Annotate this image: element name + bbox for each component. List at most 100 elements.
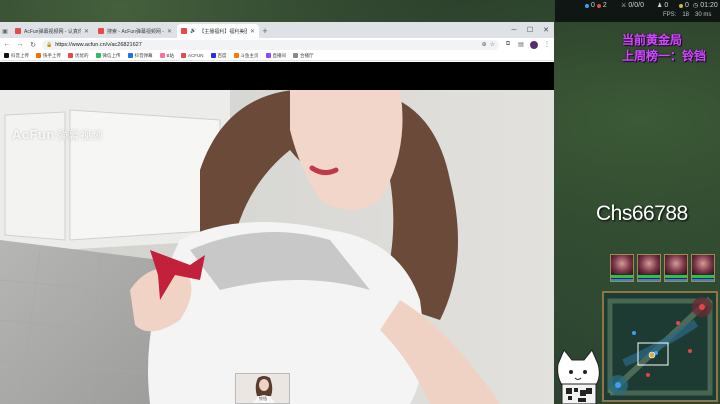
- bookmark-label: 优优的: [75, 52, 89, 58]
- blue-team-icon: [585, 3, 589, 8]
- bookmark-label: 抖音上传: [11, 52, 29, 58]
- menu-dots-icon[interactable]: ⋮: [543, 41, 551, 48]
- acfun-watermark: AcFun 弹幕视频: [12, 127, 103, 142]
- browser-toolbar: ← → ↻ 🔒 https://www.acfun.cn/v/ac2682162…: [0, 38, 554, 51]
- tab-close-icon[interactable]: ✕: [250, 28, 255, 35]
- champion-portrait[interactable]: [691, 254, 715, 282]
- new-tab-button[interactable]: +: [259, 24, 271, 38]
- tab-close-icon[interactable]: ✕: [167, 28, 172, 35]
- bookmarks-bar: 抖音上传 快手上传 优优的 微信上传 抖音弹幕 B站 ACFUN 百度 斗鱼主页 直播间 合播厅: [0, 51, 554, 61]
- bookmark-label: 斗鱼主页: [240, 52, 259, 58]
- fps-value: 18: [682, 12, 690, 18]
- red-team-icon: [596, 3, 601, 8]
- bookmark-item[interactable]: 斗鱼主页: [233, 52, 259, 59]
- url-text[interactable]: https://www.acfun.cn/v/ac26821627: [55, 42, 478, 48]
- bookmark-favicon-icon: [36, 53, 41, 58]
- browser-tab-3[interactable]: 🔊 【主播福利】福利美图日常 ✕: [177, 24, 259, 38]
- tab-strip: ▣ AcFun弹幕视频网 - 认真你就输啦 ( ✕ 搜索 - AcFun弹幕视频…: [0, 22, 554, 38]
- kda-value: 0/0/0: [628, 2, 644, 9]
- bookmark-item[interactable]: B站: [159, 52, 175, 59]
- back-arrow-icon[interactable]: ←: [3, 41, 11, 48]
- game-topbar: 0 2 ⚔ 0/0/0 ♟ 0 0 ◷ 01:20 FPS: 18 30 ms: [555, 0, 720, 22]
- minion-icon: ♟: [657, 3, 663, 9]
- bookmark-favicon-icon: [233, 53, 239, 58]
- sword-icon: ⚔: [621, 3, 627, 9]
- close-window-icon[interactable]: ✕: [538, 22, 554, 38]
- bookmark-item[interactable]: 抖音弹幕: [127, 52, 153, 59]
- maximize-icon[interactable]: ☐: [522, 22, 538, 38]
- minimize-icon[interactable]: ─: [506, 22, 522, 38]
- acfun-favicon-icon: [98, 28, 104, 34]
- browser-tab-2[interactable]: 搜索 - AcFun弹幕视频网 - 认真你 ✕: [94, 24, 176, 38]
- webcam-overlay: 铃铛: [235, 373, 290, 404]
- kda-stat: ⚔ 0/0/0: [621, 2, 644, 9]
- bookmark-favicon-icon: [293, 53, 299, 58]
- bookmark-item[interactable]: 优优的: [68, 53, 89, 59]
- video-player[interactable]: AcFun 弹幕视频: [0, 62, 554, 404]
- gold-stat: 0: [679, 2, 689, 9]
- extensions-icon[interactable]: ⧉: [504, 41, 512, 48]
- mascot-sticker: [554, 348, 604, 404]
- champion-portraits: [610, 254, 715, 282]
- acfun-favicon-icon: [15, 28, 21, 34]
- lock-icon[interactable]: 🔒: [46, 42, 52, 48]
- gold-icon: [679, 3, 683, 8]
- cs-value: 0: [664, 2, 669, 9]
- bookmark-label: 合播厅: [300, 52, 314, 58]
- bookmark-item[interactable]: ACFUN: [181, 53, 204, 58]
- overlay-line-1: 当前黄金局: [622, 33, 683, 47]
- bookmark-label: 抖音弹幕: [134, 52, 153, 58]
- install-app-icon[interactable]: ⊕: [482, 41, 487, 48]
- bookmark-favicon-icon: [95, 53, 101, 58]
- bookmark-label: 百度: [217, 52, 227, 58]
- bookmark-label: B站: [166, 52, 175, 58]
- bookmark-item[interactable]: 微信上传: [95, 52, 121, 59]
- streamer-id: Chs66788: [596, 202, 688, 225]
- browser-window: ▣ AcFun弹幕视频网 - 认真你就输啦 ( ✕ 搜索 - AcFun弹幕视频…: [0, 22, 554, 404]
- stream-overlay-text: 当前黄金局 上周榜一：铃铛: [622, 32, 720, 64]
- reload-icon[interactable]: ↻: [29, 41, 37, 49]
- bookmark-favicon-icon: [68, 53, 73, 58]
- bookmark-favicon-icon: [159, 53, 165, 58]
- video-frame[interactable]: AcFun 弹幕视频: [0, 90, 554, 404]
- bookmark-label: 微信上传: [102, 52, 121, 58]
- tab-title: 搜索 - AcFun弹幕视频网 - 认真你: [107, 28, 164, 35]
- tab-close-icon[interactable]: ✕: [84, 28, 89, 35]
- champion-portrait[interactable]: [637, 254, 661, 282]
- tab-actions-icon[interactable]: ▣: [0, 24, 10, 38]
- score-left: 0: [591, 2, 595, 9]
- profile-avatar[interactable]: [530, 40, 538, 49]
- bookmark-item[interactable]: 直播间: [265, 52, 287, 59]
- bookmark-item[interactable]: 合播厅: [293, 53, 314, 59]
- fps-readout: FPS: 18 30 ms: [663, 12, 711, 18]
- ping-value: 30 ms: [695, 12, 712, 18]
- fps-label: FPS:: [663, 12, 677, 18]
- bookmark-favicon-icon: [127, 53, 133, 58]
- gold-value: 0: [685, 2, 689, 9]
- time-stat: ◷ 01:20: [693, 2, 718, 9]
- audio-playing-icon[interactable]: 🔊: [190, 28, 196, 34]
- webcam-name-label: 铃铛: [258, 396, 268, 402]
- forward-arrow-icon[interactable]: →: [16, 41, 24, 48]
- tab-title: AcFun弹幕视频网 - 认真你就输啦 (: [24, 28, 81, 35]
- bookmark-label: ACFUN: [188, 53, 204, 58]
- tab-title: 【主播福利】福利美图日常: [199, 28, 247, 35]
- bookmark-item[interactable]: 快手上传: [36, 53, 61, 59]
- browser-tab-1[interactable]: AcFun弹幕视频网 - 认真你就输啦 ( ✕: [11, 24, 93, 38]
- collections-icon[interactable]: ▤: [517, 41, 525, 48]
- address-bar[interactable]: 🔒 https://www.acfun.cn/v/ac26821627 ⊕ ☆: [42, 39, 499, 50]
- bookmark-item[interactable]: 百度: [210, 52, 227, 59]
- bookmark-label: 快手上传: [43, 52, 61, 58]
- champion-portrait[interactable]: [664, 254, 688, 282]
- champion-portrait[interactable]: [610, 254, 634, 282]
- bookmark-star-icon[interactable]: ☆: [490, 41, 495, 48]
- minimap[interactable]: [602, 291, 718, 402]
- overlay-line-2: 上周榜一：铃铛: [622, 49, 707, 63]
- cs-stat: ♟ 0: [657, 2, 668, 9]
- bookmark-item[interactable]: 抖音上传: [4, 53, 29, 59]
- score-right: 2: [602, 2, 607, 9]
- bookmark-favicon-icon: [4, 53, 9, 58]
- bookmark-favicon-icon: [181, 53, 187, 58]
- bookmark-label: 直播间: [272, 52, 287, 58]
- bookmark-favicon-icon: [265, 53, 271, 58]
